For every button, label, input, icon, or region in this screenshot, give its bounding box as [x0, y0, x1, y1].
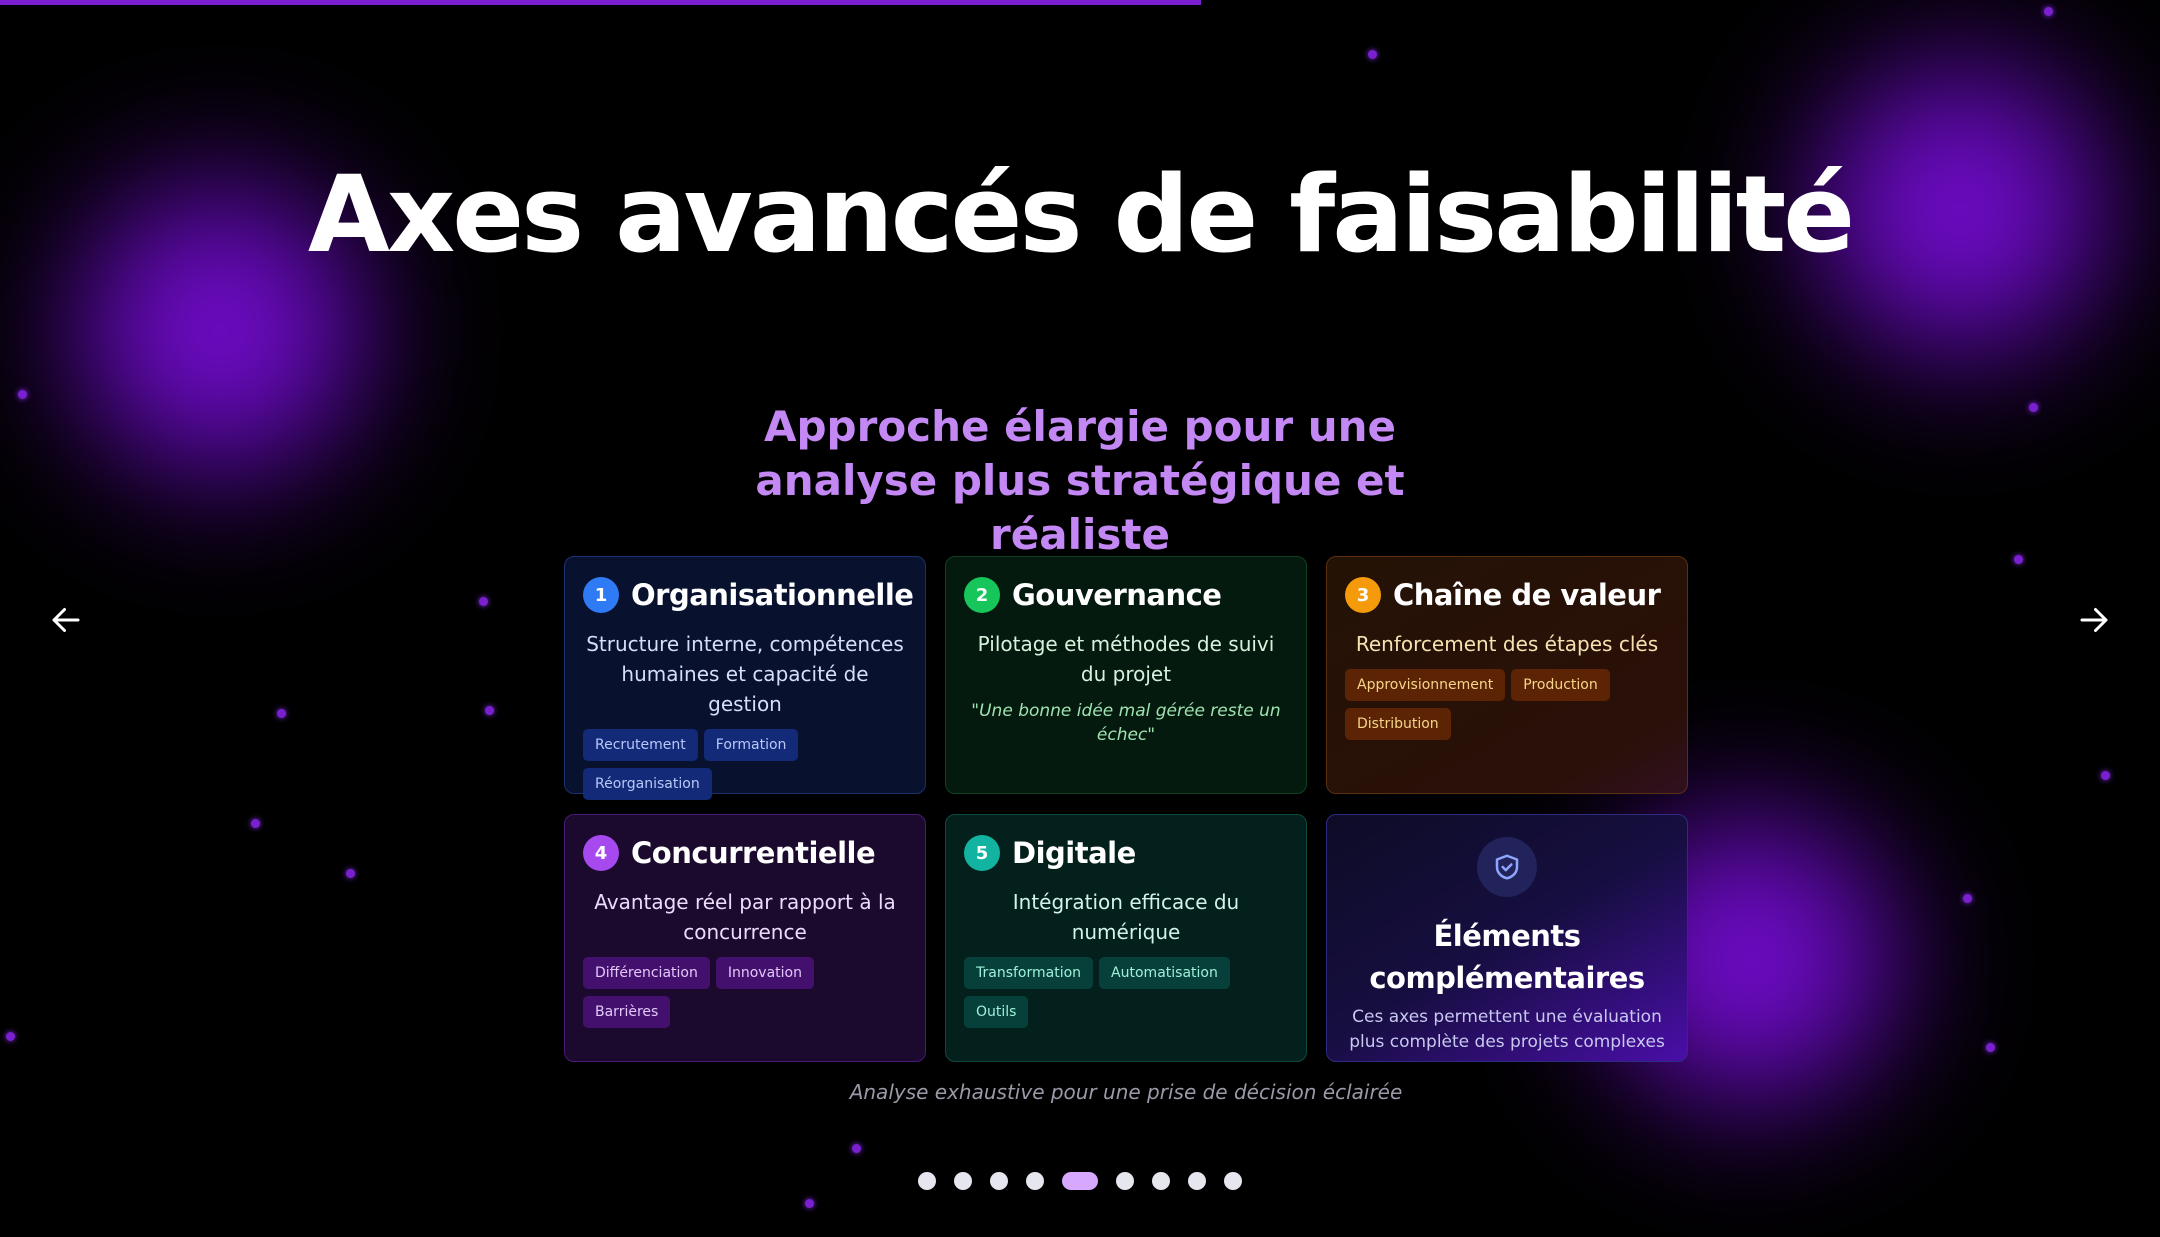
pagination-dot-8[interactable] [1188, 1172, 1206, 1190]
card-elements-complementaires: Éléments complémentaires Ces axes permet… [1326, 814, 1688, 1062]
pagination-dot-6[interactable] [1116, 1172, 1134, 1190]
slide-progress-bar [0, 0, 1201, 5]
tag: Formation [703, 729, 799, 761]
particle [1368, 50, 1377, 59]
tag: Innovation [715, 957, 814, 989]
particle [852, 1144, 861, 1153]
card-title: Organisationnelle [631, 578, 914, 612]
tag: Recrutement [583, 729, 698, 761]
tag: Production [1511, 669, 1610, 701]
card-digitale: 5 Digitale Intégration efficace du numéri… [945, 814, 1307, 1062]
tag: Différenciation [583, 957, 710, 989]
pagination-dot-1[interactable] [918, 1172, 936, 1190]
card-description: Structure interne, compétences humaines … [586, 632, 904, 716]
number-badge: 5 [964, 835, 1000, 871]
particle [1963, 894, 1972, 903]
particle [2044, 7, 2053, 16]
pagination-dot-5[interactable] [1062, 1172, 1098, 1190]
particle [277, 709, 286, 718]
previous-slide-button[interactable] [44, 598, 88, 642]
particle [251, 819, 260, 828]
pagination-dot-9[interactable] [1224, 1172, 1242, 1190]
tag: Automatisation [1099, 957, 1230, 989]
pagination-dot-2[interactable] [954, 1172, 972, 1190]
particle [1986, 1043, 1995, 1052]
arrow-right-icon [2080, 608, 2108, 632]
card-description: Renforcement des étapes clés [1355, 632, 1659, 656]
tag: Réorganisation [583, 768, 712, 800]
slide: Axes avancés de faisabilité Approche éla… [0, 0, 2160, 1237]
next-slide-button[interactable] [2072, 598, 2116, 642]
pagination-dots [0, 1172, 2160, 1190]
card-title: Chaîne de valeur [1393, 578, 1661, 612]
tag: Approvisionnement [1345, 669, 1506, 701]
card-title: Gouvernance [1012, 578, 1222, 612]
tag: Barrières [583, 996, 671, 1028]
particle [2101, 771, 2110, 780]
shield-check-icon [1477, 837, 1537, 897]
number-badge: 1 [583, 577, 619, 613]
card-description: Pilotage et méthodes de suivi du projet [977, 632, 1275, 686]
card-title: Concurrentielle [631, 836, 876, 870]
axes-grid: 1 Organisationnelle Structure interne, co… [564, 556, 1688, 1062]
particle [18, 390, 27, 399]
particle [805, 1199, 814, 1208]
arrow-left-icon [52, 608, 80, 632]
tag: Transformation [964, 957, 1094, 989]
particle [346, 869, 355, 878]
pagination-dot-3[interactable] [990, 1172, 1008, 1190]
number-badge: 2 [964, 577, 1000, 613]
card-organisationnelle: 1 Organisationnelle Structure interne, co… [564, 556, 926, 800]
number-badge: 3 [1345, 577, 1381, 613]
card-description: Avantage réel par rapport à la concurren… [594, 890, 896, 944]
card-description: Ces axes permettent une évaluation plus … [1349, 1007, 1665, 1052]
number-badge: 4 [583, 835, 619, 871]
particle [6, 1032, 15, 1041]
pagination-dot-4[interactable] [1026, 1172, 1044, 1190]
card-chaine-de-valeur: 3 Chaîne de valeur Renforcement des étape… [1326, 556, 1688, 794]
pagination-dot-7[interactable] [1152, 1172, 1170, 1190]
slide-subtitle: Approche élargie pour une analyse plus s… [755, 402, 1405, 559]
card-gouvernance: 2 Gouvernance Pilotage et méthodes de sui… [945, 556, 1307, 794]
slide-title: Axes avancés de faisabilité [307, 153, 1855, 276]
tag: Distribution [1345, 708, 1451, 740]
particle [485, 706, 494, 715]
card-quote: "Une bonne idée mal gérée reste un échec… [971, 701, 1281, 745]
card-title: Digitale [1012, 836, 1136, 870]
footer-caption: Analyse exhaustive pour une prise de déc… [849, 1080, 1403, 1104]
tag: Outils [964, 996, 1029, 1028]
card-title: Éléments complémentaires [1369, 919, 1645, 995]
card-concurrentielle: 4 Concurrentielle Avantage réel par rappo… [564, 814, 926, 1062]
card-description: Intégration efficace du numérique [1012, 890, 1240, 944]
particle [479, 597, 488, 606]
